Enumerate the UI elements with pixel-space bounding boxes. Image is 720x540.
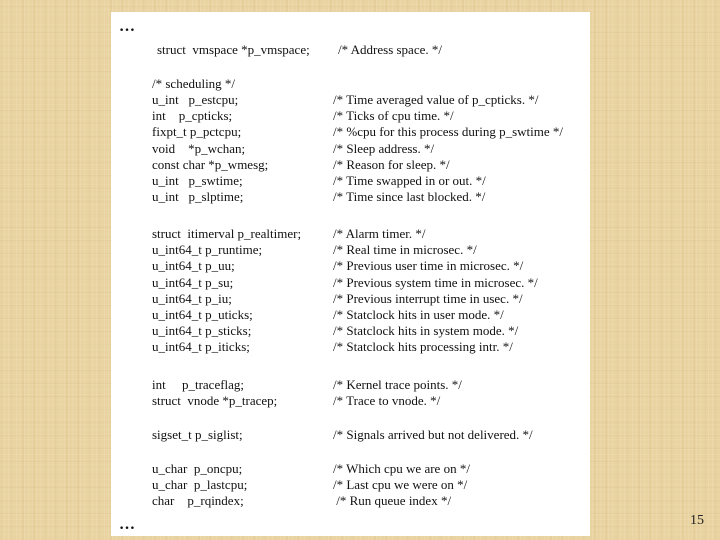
code-decl: struct vnode *p_tracep;	[152, 393, 278, 409]
code-comment: /* Previous interrupt time in usec. */	[333, 290, 523, 306]
code-decl: u_int64_t p_uu;	[152, 258, 235, 274]
code-comment: /* %cpu for this process during p_swtime…	[333, 124, 563, 140]
section-comment-scheduling: /* scheduling */	[152, 76, 236, 91]
code-decl: int p_traceflag;	[152, 377, 245, 392]
code-comment: /* Which cpu we are on */	[333, 461, 470, 476]
code-comment: /* Ticks of cpu time. */	[333, 108, 454, 124]
code-comment: /* Sleep address. */	[333, 140, 435, 156]
code-comment: /* Previous system time in microsec. */	[333, 274, 538, 290]
code-comment: /* Statclock hits in user mode. */	[333, 307, 504, 322]
code-decl: char p_rqindex;	[152, 493, 244, 509]
code-decl: u_int p_swtime;	[152, 173, 243, 188]
code-decl: struct vmspace *p_vmspace;	[157, 42, 310, 57]
code-comment: /* Trace to vnode. */	[333, 393, 441, 409]
code-comment: /* Real time in microsec. */	[333, 242, 477, 258]
code-comment: /* Previous user time in microsec. */	[333, 258, 524, 274]
code-comment: /* Alarm timer. */	[333, 226, 426, 241]
code-decl: const char *p_wmesg;	[152, 156, 269, 172]
code-decl: u_int64_t p_uticks;	[152, 307, 253, 322]
code-comment: /* Time averaged value of p_cpticks. */	[333, 92, 539, 107]
code-decl: u_int p_slptime;	[152, 189, 244, 205]
code-comment: /* Run queue index */	[333, 493, 452, 509]
code-decl: u_char p_oncpu;	[152, 461, 243, 476]
code-decl: fixpt_t p_pctcpu;	[152, 124, 242, 140]
code-panel: … struct vmspace *p_vmspace; /* Address …	[111, 12, 590, 536]
code-decl: struct itimerval p_realtimer;	[152, 226, 302, 241]
code-comment: /* Kernel trace points. */	[333, 377, 462, 392]
code-comment: /* Reason for sleep. */	[333, 156, 450, 172]
code-decl: u_int64_t p_runtime;	[152, 242, 263, 258]
code-comment: /* Time swapped in or out. */	[333, 173, 486, 188]
code-decl: int p_cpticks;	[152, 108, 233, 124]
code-decl: sigset_t p_siglist;	[152, 427, 243, 442]
ellipsis-bottom: …	[119, 516, 136, 533]
code-comment: /* Address space. */	[338, 42, 442, 57]
code-comment: /* Time since last blocked. */	[333, 189, 486, 205]
code-decl: u_int64_t p_sticks;	[152, 323, 252, 339]
code-decl: u_int64_t p_su;	[152, 274, 234, 290]
code-decl: u_char p_lastcpu;	[152, 477, 248, 493]
code-comment: /* Last cpu we were on */	[333, 477, 468, 493]
code-comment: /* Statclock hits processing intr. */	[333, 339, 513, 355]
code-comment: /* Statclock hits in system mode. */	[333, 323, 519, 339]
code-decl: u_int64_t p_iticks;	[152, 339, 250, 355]
code-decl: void *p_wchan;	[152, 140, 246, 156]
code-decl: u_int p_estcpu;	[152, 92, 239, 107]
ellipsis-top: …	[119, 18, 136, 35]
page-number: 15	[690, 513, 704, 528]
code-decl: u_int64_t p_iu;	[152, 290, 232, 306]
code-comment: /* Signals arrived but not delivered. */	[333, 427, 533, 442]
